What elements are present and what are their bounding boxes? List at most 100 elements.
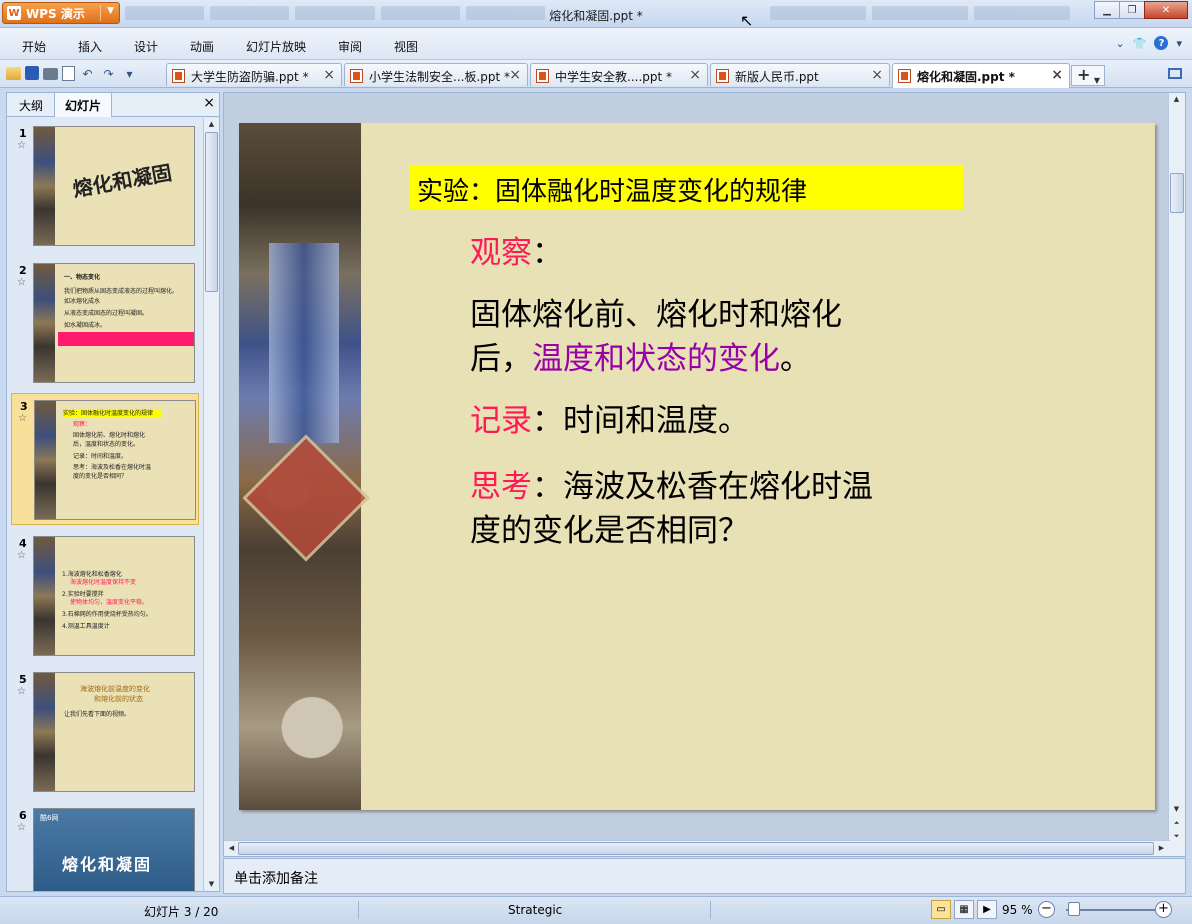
scroll-down-icon[interactable]: ▼ [204, 878, 219, 891]
scroll-down-icon[interactable]: ▼ [1169, 803, 1184, 816]
chevron-down-icon[interactable]: ⌄ [1116, 37, 1125, 50]
thumbnail-text: 2.实验时要搅拌 [62, 591, 104, 598]
notes-pane[interactable]: 单击添加备注 [223, 858, 1186, 894]
thumbnail-text: 一、物态变化 [64, 274, 101, 281]
highlight-block [58, 332, 194, 346]
scroll-right-icon[interactable]: ▶ [1154, 842, 1169, 855]
animation-star-icon: ☆ [17, 550, 26, 561]
think-line-2[interactable]: 度的变化是否相同？ [470, 505, 749, 557]
status-bar: 幻灯片 3 / 20 Strategic ▭ ▦ ▶ 95 % − + [0, 896, 1192, 924]
slide-thumbnail[interactable]: 2 ☆ 一、物态变化 我们把物质从固态变成液态的过程叫熔化。 如冰熔化成水 从液… [11, 258, 199, 386]
decorative-image [34, 127, 55, 245]
doc-tab[interactable]: 新版人民币.ppt × [710, 63, 890, 86]
thumbnail-text: 后，温度和状态的变化。 [73, 441, 140, 448]
restore-layout-icon[interactable] [1168, 68, 1182, 79]
observe-colon: ： [532, 235, 563, 271]
print-preview-icon[interactable] [62, 66, 75, 81]
slide-sorter-view-icon[interactable]: ▦ [954, 900, 974, 919]
print-icon[interactable] [43, 68, 58, 80]
scroll-left-icon[interactable]: ◀ [224, 842, 239, 855]
menu-design[interactable]: 设计 [134, 38, 158, 55]
undo-icon[interactable]: ↶ [79, 65, 96, 82]
quick-access-toolbar: ↶ ↷ ▾ 大学生防盗防骗.ppt * × 小学生法制安全...板.ppt * … [0, 60, 1192, 88]
menu-insert[interactable]: 插入 [78, 38, 102, 55]
slideshow-view-icon[interactable]: ▶ [977, 900, 997, 919]
open-folder-icon[interactable] [6, 67, 21, 80]
window-controls: ▁ ❐ ✕ [1094, 1, 1188, 19]
decorative-image [35, 401, 56, 519]
scrollbar-thumb[interactable] [205, 132, 218, 292]
slide-thumbnail[interactable]: 5 ☆ 海波熔化前温度的变化 和熔化前的状态 让我们先看下面的视频。 [11, 667, 199, 795]
thumbnail-text: 4.测温工具温度计 [62, 623, 110, 630]
menu-view[interactable]: 视图 [394, 38, 418, 55]
slide-heading[interactable]: 实验：固体融化时温度变化的规律 [409, 165, 963, 209]
scrollbar-thumb[interactable] [1170, 173, 1184, 213]
normal-view-icon[interactable]: ▭ [931, 900, 951, 919]
maximize-button[interactable]: ❐ [1119, 1, 1145, 19]
close-tab-icon[interactable]: × [1051, 67, 1063, 83]
slide-thumbnail[interactable]: 6 ☆ 酷6网 熔化和凝固 [11, 803, 199, 891]
decorative-image [34, 537, 55, 655]
close-tab-icon[interactable]: × [509, 67, 521, 83]
slide-vertical-scrollbar[interactable]: ▲ ▼ ⏶ ⏷ [1168, 93, 1185, 856]
doc-tab[interactable]: 小学生法制安全...板.ppt * × [344, 63, 528, 86]
thumbnail-preview: 一、物态变化 我们把物质从固态变成液态的过程叫熔化。 如冰熔化成水 从液态变成固… [33, 263, 195, 383]
text-run: 后， [470, 341, 532, 377]
close-tab-icon[interactable]: × [871, 67, 883, 83]
doc-tab-active[interactable]: 熔化和凝固.ppt * × [892, 63, 1070, 88]
thumbnail-scrollbar[interactable]: ▲ ▼ [203, 118, 219, 891]
scroll-up-icon[interactable]: ▲ [204, 118, 219, 131]
slide-horizontal-scrollbar[interactable]: ◀ ▶ [224, 840, 1170, 856]
redo-icon[interactable]: ↷ [100, 65, 117, 82]
theme-name: Strategic [508, 903, 563, 917]
zoom-level[interactable]: 95 % [1002, 903, 1033, 917]
help-icon[interactable]: ? [1154, 36, 1169, 50]
thumbnail-title: 熔化和凝固 [70, 160, 174, 202]
new-tab-button[interactable]: + ▼ [1071, 65, 1105, 86]
doc-tab[interactable]: 中学生安全教....ppt * × [530, 63, 708, 86]
next-slide-icon[interactable]: ⏷ [1169, 830, 1184, 843]
slide-thumbnail[interactable]: 4 ☆ 1.海波熔化和松香熔化 海波熔化时温度保持不变 2.实验时要搅拌 使物体… [11, 531, 199, 659]
thumbnail-preview: 酷6网 熔化和凝固 [33, 808, 195, 891]
quick-access-icons: ↶ ↷ ▾ [6, 65, 138, 82]
tab-slides[interactable]: 幻灯片 [54, 93, 113, 117]
slide-counter: 幻灯片 3 / 20 [144, 905, 219, 919]
close-tab-icon[interactable]: × [323, 67, 335, 83]
animation-star-icon: ☆ [17, 822, 26, 833]
customize-toolbar-icon[interactable]: ▾ [121, 65, 138, 82]
zoom-slider-handle[interactable] [1068, 902, 1080, 916]
chevron-down-icon[interactable]: ▾ [1176, 37, 1182, 50]
doc-tab-label: 大学生防盗防骗.ppt * [191, 70, 309, 84]
doc-tab[interactable]: 大学生防盗防骗.ppt * × [166, 63, 342, 86]
tab-outline[interactable]: 大纲 [9, 93, 53, 117]
minimize-button[interactable]: ▁ [1094, 1, 1120, 19]
slide-thumbnail-selected[interactable]: 3 ☆ 实验：固体融化时温度变化的规律 观察： 固体熔化前、熔化时和熔化 后，温… [11, 393, 199, 525]
close-panel-icon[interactable]: × [203, 95, 215, 111]
observe-text-line-2[interactable]: 后，温度和状态的变化。 [470, 333, 811, 385]
record-line[interactable]: 记录：时间和温度。 [470, 395, 749, 447]
menu-review[interactable]: 审阅 [338, 38, 362, 55]
zoom-in-button[interactable]: + [1155, 901, 1172, 918]
observe-line[interactable]: 观察： [470, 227, 563, 279]
menu-animation[interactable]: 动画 [190, 38, 214, 55]
close-tab-icon[interactable]: × [689, 67, 701, 83]
save-icon[interactable] [25, 66, 39, 80]
zoom-out-button[interactable]: − [1038, 901, 1055, 918]
thumbnail-text: 3.石棉网的作用使烧杯受热均匀。 [62, 611, 152, 618]
scrollbar-thumb[interactable] [238, 842, 1154, 855]
menu-slideshow[interactable]: 幻灯片放映 [246, 38, 306, 55]
animation-star-icon: ☆ [17, 686, 26, 697]
slide-number: 3 [20, 400, 28, 413]
slide-navigation-panel: 大纲 幻灯片 × 1 ☆ 熔化和凝固 2 ☆ 一、物态变化 我们把物质从固态变成… [6, 92, 220, 892]
previous-slide-icon[interactable]: ⏶ [1169, 817, 1184, 830]
skin-icon[interactable]: 👕 [1133, 37, 1147, 50]
ppt-file-icon [350, 69, 363, 83]
scroll-up-icon[interactable]: ▲ [1169, 93, 1184, 106]
current-slide[interactable]: 实验：固体融化时温度变化的规律 观察： 固体熔化前、熔化时和熔化 后，温度和状态… [239, 123, 1155, 810]
ppt-file-icon [172, 69, 185, 83]
menu-home[interactable]: 开始 [22, 38, 46, 55]
close-window-button[interactable]: ✕ [1144, 1, 1188, 19]
slide-thumbnail[interactable]: 1 ☆ 熔化和凝固 [11, 121, 199, 249]
emphasis-text: 温度和状态的变化 [532, 341, 780, 377]
thumbnail-text: 观察： [73, 421, 92, 428]
